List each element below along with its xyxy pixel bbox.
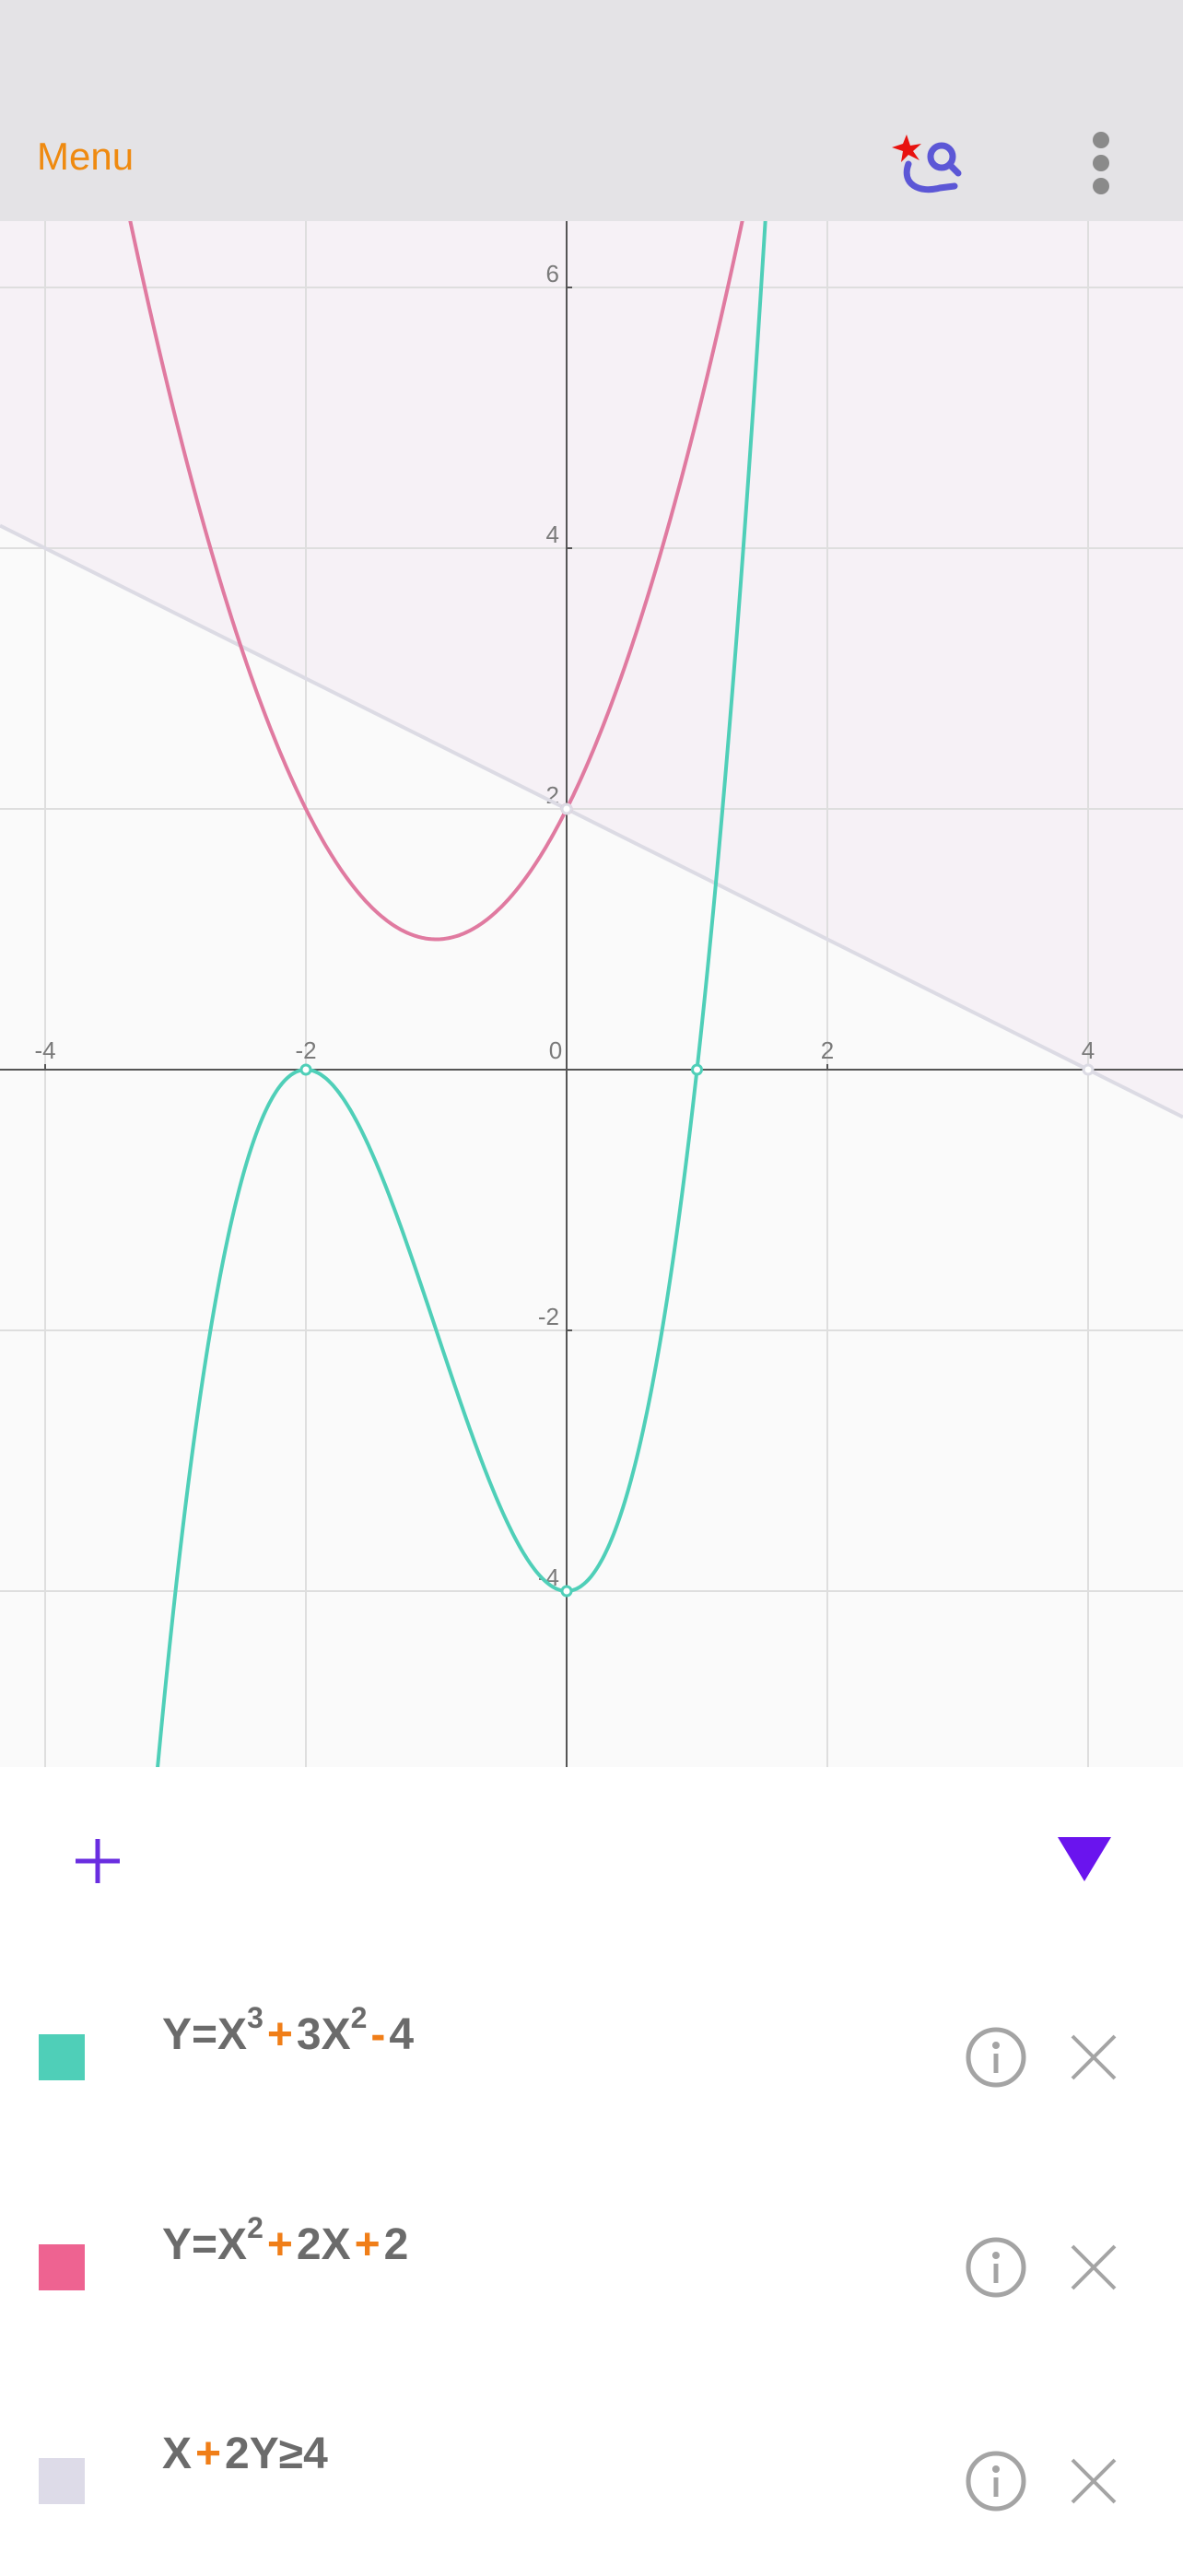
equation-row[interactable]: X+2Y≥4: [0, 2429, 1183, 2576]
eq-term: Y=X: [162, 2220, 248, 2269]
info-icon[interactable]: [964, 2025, 1028, 2090]
marked-point[interactable]: [1082, 1063, 1095, 1076]
x-tick-label: -2: [295, 1036, 316, 1064]
x-axis-tick-labels: -8-6-4-202468: [34, 1036, 1095, 1070]
eq-term: 4: [389, 2010, 415, 2059]
ai-search-icon[interactable]: [883, 120, 966, 203]
eq-term: 2Y≥4: [225, 2430, 328, 2478]
y-tick-label: -2: [538, 1303, 559, 1330]
eq-operator: +: [266, 2220, 293, 2269]
equation-text[interactable]: X+2Y≥4: [162, 2429, 328, 2479]
app-bar: Menu: [0, 101, 1183, 221]
y-tick-label: 6: [546, 260, 559, 287]
x-tick-label: -4: [34, 1036, 55, 1064]
eq-term: X: [162, 2430, 193, 2478]
equation-text[interactable]: Y=X2+2X+2: [162, 2211, 409, 2270]
inequality-shaded-region: [0, 221, 1183, 1118]
collapse-panel-button[interactable]: [1056, 1833, 1113, 1885]
close-icon[interactable]: [1067, 2031, 1120, 2084]
close-icon[interactable]: [1067, 2454, 1120, 2508]
eq-term: 2: [383, 2220, 409, 2269]
info-icon[interactable]: [964, 2235, 1028, 2300]
eq-operator: +: [266, 2010, 293, 2059]
marked-point[interactable]: [560, 1585, 573, 1598]
x-tick-label: 4: [1082, 1036, 1095, 1064]
eq-operator: +: [354, 2220, 381, 2269]
status-bar: [0, 0, 1183, 101]
color-swatch[interactable]: [39, 2244, 85, 2290]
info-icon[interactable]: [964, 2449, 1028, 2513]
eq-term: 3X: [296, 2010, 351, 2059]
x-tick-label: 0: [549, 1036, 562, 1064]
equation-text[interactable]: Y=X3+3X2-4: [162, 2001, 415, 2060]
equation-row[interactable]: Y=X3+3X2-4: [0, 2001, 1183, 2154]
eq-exponent: 3: [247, 2001, 264, 2034]
marked-point[interactable]: [560, 802, 573, 815]
eq-exponent: 2: [350, 2001, 368, 2034]
color-swatch[interactable]: [39, 2034, 85, 2080]
marked-point[interactable]: [691, 1063, 703, 1076]
eq-operator: +: [195, 2430, 222, 2478]
eq-exponent: 2: [247, 2211, 264, 2244]
eq-term: Y=X: [162, 2010, 248, 2059]
marked-point[interactable]: [299, 1063, 312, 1076]
x-tick-label: 2: [821, 1036, 834, 1064]
close-icon[interactable]: [1067, 2241, 1120, 2294]
eq-term: 2X: [296, 2220, 351, 2269]
eq-operator: -: [370, 2010, 386, 2059]
graph-canvas[interactable]: -8-6-4-202468 12108642-2-4-6-8-10: [0, 221, 1183, 1767]
color-swatch[interactable]: [39, 2458, 85, 2504]
equation-row[interactable]: Y=X2+2X+2: [0, 2211, 1183, 2364]
menu-button[interactable]: Menu: [37, 135, 134, 179]
equations-panel: Y=X3+3X2-4 Y=X2+2X+2 X+2Y≥4: [0, 1767, 1183, 2559]
more-options-icon[interactable]: [1073, 116, 1129, 208]
add-equation-button[interactable]: [68, 1832, 127, 1891]
y-tick-label: 4: [546, 521, 559, 548]
